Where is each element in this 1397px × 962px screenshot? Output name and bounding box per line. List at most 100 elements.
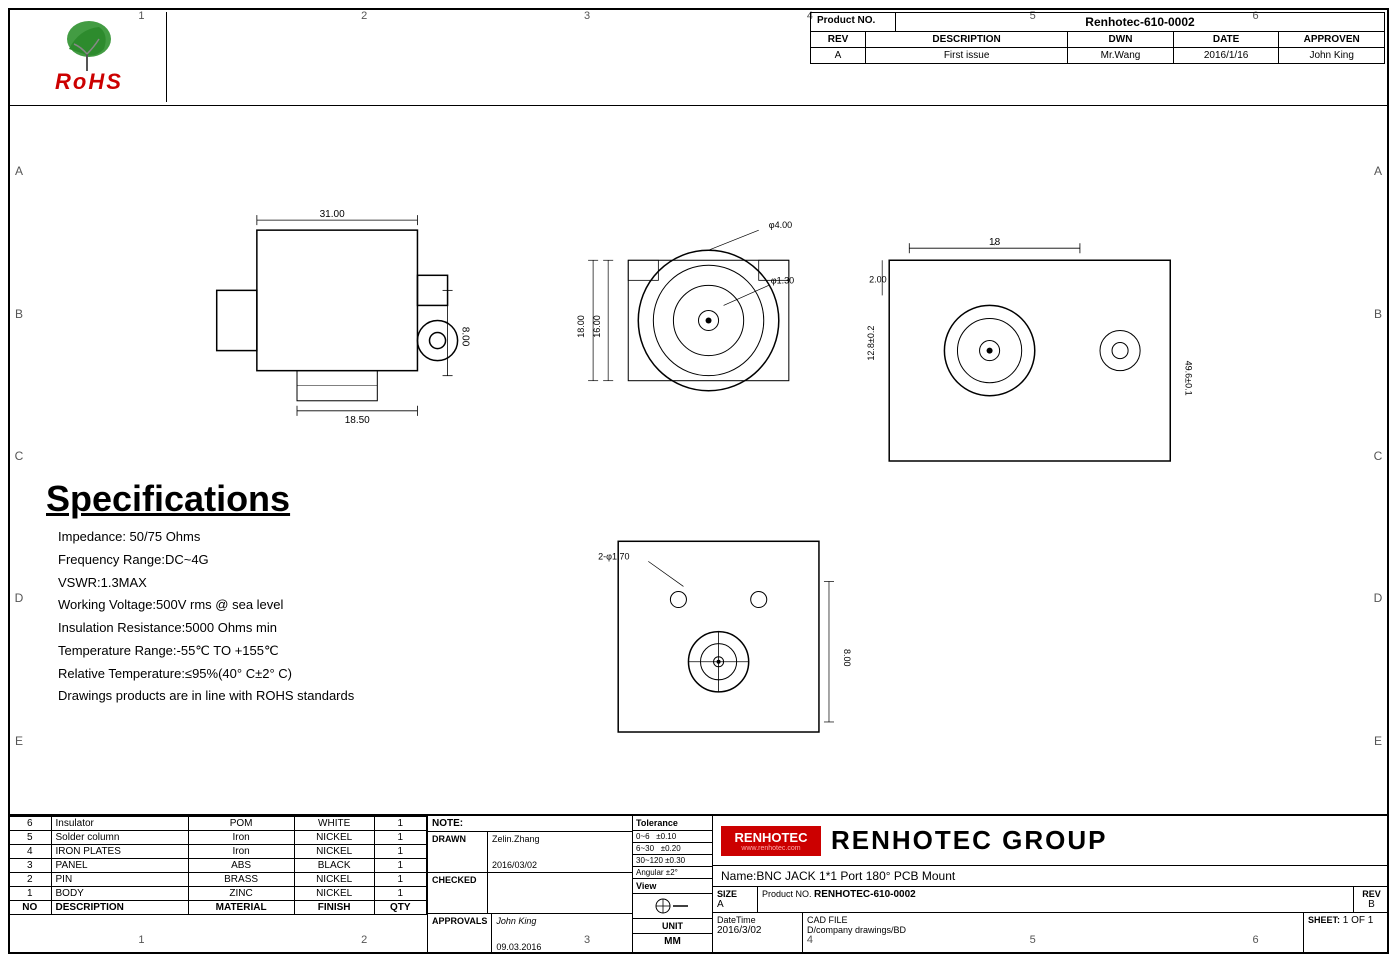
spec-item-3: Working Voltage:500V rms @ sea level [58, 594, 436, 617]
rohs-leaf-icon [49, 19, 129, 74]
tolerance-view-unit: Tolerance 0~6 ±0.10 6~30 ±0.20 30~120 ±0… [633, 816, 713, 954]
svg-text:8.00: 8.00 [460, 327, 471, 347]
product-no-value: Renhotec-610-0002 [896, 13, 1384, 31]
checked-label: CHECKED [428, 873, 488, 913]
bom-header-row: NO DESCRIPTION MATERIAL FINISH QTY [9, 901, 427, 915]
bottom-table: 6 Insulator POM WHITE 1 5 Solder column … [8, 814, 1389, 954]
datetime-row: DateTime 2016/3/02 CAD FILE D/company dr… [713, 913, 1389, 954]
approver-value: John King [1279, 48, 1384, 63]
approvals-row: APPROVALS John King 09.03.2016 [428, 914, 632, 954]
notes-drawn-area: NOTE: DRAWN Zelin.Zhang 2016/03/02 CHECK… [428, 816, 633, 954]
rev-header: REV [811, 32, 866, 47]
drawn-info: Zelin.Zhang 2016/03/02 [488, 832, 544, 872]
spec-item-5: Temperature Range:-55℃ TO +155℃ [58, 640, 436, 663]
bom-row-6: 6 Insulator POM WHITE 1 [9, 817, 427, 831]
renhotec-logo-row: RENHOTEC www.renhotec.com RENHOTEC GROUP [713, 816, 1389, 866]
rohs-logo-area: RoHS [12, 12, 167, 102]
col-num-3: 3 [476, 10, 699, 28]
tol-row-1: 6~30 ±0.20 [633, 843, 712, 855]
tol-row-0: 0~6 ±0.10 [633, 831, 712, 843]
datetime-cell: DateTime 2016/3/02 [713, 913, 803, 954]
desc-header: DESCRIPTION [866, 32, 1068, 47]
cad-file-cell: CAD FILE D/company drawings/BD [803, 913, 1304, 954]
svg-text:φ1.30: φ1.30 [771, 275, 794, 285]
spec-item-2: VSWR:1.3MAX [58, 572, 436, 595]
product-row: Product NO. Renhotec-610-0002 [811, 13, 1384, 32]
spec-item-4: Insulation Resistance:5000 Ohms min [58, 617, 436, 640]
row-d-right: D [1369, 527, 1387, 669]
rohs-logo: RoHS [49, 19, 129, 95]
svg-text:18: 18 [989, 237, 1001, 248]
drawn-date: 2016/03/02 [492, 860, 540, 870]
renhotec-area: RENHOTEC www.renhotec.com RENHOTEC GROUP… [713, 816, 1389, 954]
header-border [8, 105, 1389, 106]
drawn-name: Zelin.Zhang [492, 834, 540, 844]
title-block: Product NO. Renhotec-610-0002 REV DESCRI… [810, 12, 1385, 64]
product-no-cell: Product NO. RENHOTEC-610-0002 [758, 887, 1354, 912]
renhotec-badge: RENHOTEC www.renhotec.com [721, 826, 821, 856]
rev-cell: REV B [1354, 887, 1389, 912]
rev-value: A [811, 48, 866, 63]
svg-text:2-φ1.70: 2-φ1.70 [598, 551, 629, 561]
bom-table: 6 Insulator POM WHITE 1 5 Solder column … [8, 816, 427, 915]
approvals-sig: John King [496, 916, 541, 926]
svg-text:8.00: 8.00 [842, 649, 852, 667]
size-product-row: SIZE A Product NO. RENHOTEC-610-0002 REV… [713, 887, 1389, 913]
view-symbol [648, 896, 698, 916]
bom-table-area: 6 Insulator POM WHITE 1 5 Solder column … [8, 816, 428, 954]
spec-item-1: Frequency Range:DC~4G [58, 549, 436, 572]
drawn-row: DRAWN Zelin.Zhang 2016/03/02 [428, 832, 632, 873]
tol-row-3: Angular ±2° [633, 867, 712, 879]
row-a-right: A [1369, 100, 1387, 242]
row-e-right: E [1369, 670, 1387, 812]
unit-label: UNIT [633, 919, 712, 934]
checked-value [488, 873, 496, 913]
view-label: View [633, 879, 712, 894]
approver-header: APPROVEN [1279, 32, 1384, 47]
svg-text:2.00: 2.00 [869, 274, 887, 284]
svg-text:16.00: 16.00 [592, 315, 602, 338]
specs-section: Specifications Impedance: 50/75 Ohms Fre… [46, 478, 436, 708]
renhotec-group-name: RENHOTEC GROUP [831, 825, 1107, 856]
checked-row: CHECKED [428, 873, 632, 914]
svg-text:18.00: 18.00 [576, 315, 586, 338]
svg-text:12.8±0.2: 12.8±0.2 [866, 326, 876, 361]
svg-text:φ4.00: φ4.00 [769, 220, 792, 230]
drawn-label: DRAWN [428, 832, 488, 872]
svg-text:49.6±0.1: 49.6±0.1 [1183, 361, 1193, 396]
bom-row-5: 5 Solder column Iron NICKEL 1 [9, 831, 427, 845]
dwn-header: DWN [1068, 32, 1174, 47]
specifications-area: Specifications Impedance: 50/75 Ohms Fre… [26, 108, 436, 814]
tol-row-2: 30~120 ±0.30 [633, 855, 712, 867]
spec-item-0: Impedance: 50/75 Ohms [58, 526, 436, 549]
row-c-right: C [1369, 385, 1387, 527]
tolerance-label: Tolerance [633, 816, 712, 831]
spec-item-6: Relative Temperature:≤95%(40° C±2° C) [58, 663, 436, 686]
row-letters-right: A B C D E [1369, 100, 1387, 812]
col-num-2: 2 [253, 10, 476, 28]
rohs-text: RoHS [55, 69, 123, 95]
data-row: A First issue Mr.Wang 2016/1/16 John Kin… [811, 48, 1384, 63]
spec-item-7: Drawings products are in line with ROHS … [58, 685, 436, 708]
approvals-date: 09.03.2016 [496, 942, 541, 952]
specs-title: Specifications [46, 478, 436, 520]
specs-list: Impedance: 50/75 Ohms Frequency Range:DC… [58, 526, 436, 708]
part-name: Name:BNC JACK 1*1 Port 180° PCB Mount [713, 866, 1389, 887]
dwn-value: Mr.Wang [1068, 48, 1174, 63]
unit-value: MM [633, 934, 712, 949]
approvals-info: John King 09.03.2016 [492, 914, 545, 954]
bom-row-1: 1 BODY ZINC NICKEL 1 [9, 887, 427, 901]
bom-row-4: 4 IRON PLATES Iron NICKEL 1 [9, 845, 427, 859]
size-cell: SIZE A [713, 887, 758, 912]
row-b-right: B [1369, 242, 1387, 384]
approvals-label: APPROVALS [428, 914, 492, 954]
note-label: NOTE: [428, 816, 632, 832]
bom-row-3: 3 PANEL ABS BLACK 1 [9, 859, 427, 873]
date-header: DATE [1174, 32, 1280, 47]
header-row: REV DESCRIPTION DWN DATE APPROVEN [811, 32, 1384, 48]
sheet-cell: SHEET: 1 OF 1 [1304, 913, 1389, 954]
bom-row-2: 2 PIN BRASS NICKEL 1 [9, 873, 427, 887]
product-no-label: Product NO. [811, 13, 896, 31]
desc-value: First issue [866, 48, 1068, 63]
date-value: 2016/1/16 [1174, 48, 1280, 63]
